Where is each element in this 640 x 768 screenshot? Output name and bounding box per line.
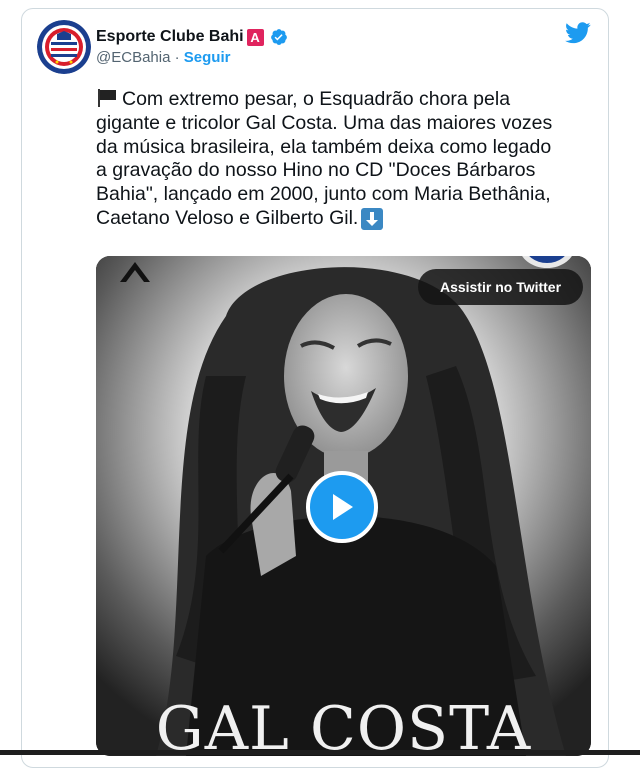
black-flag-icon xyxy=(98,89,116,107)
club-crest-icon xyxy=(37,20,91,74)
window-bottom-edge xyxy=(0,750,640,755)
display-name-row[interactable]: Esporte Clube Bahi A xyxy=(96,26,288,48)
club-crest-icon xyxy=(522,256,572,268)
play-button[interactable] xyxy=(306,471,378,543)
tweet-text: Com extremo pesar, o Esquadrão chora pel… xyxy=(96,88,596,231)
mourning-ribbon-icon xyxy=(120,262,150,282)
verified-icon xyxy=(270,29,287,45)
twitter-logo-icon[interactable] xyxy=(565,22,591,44)
video-player[interactable]: Assistir no Twitter GAL COSTA xyxy=(96,256,591,756)
watch-on-twitter-button[interactable]: Assistir no Twitter xyxy=(418,269,583,305)
avatar[interactable] xyxy=(37,20,91,74)
separator-dot: · xyxy=(170,49,184,66)
play-icon xyxy=(333,494,353,520)
down-arrow-icon xyxy=(361,207,384,230)
handle[interactable]: @ECBahia xyxy=(96,49,170,66)
handle-row: @ECBahia · Seguir xyxy=(96,49,230,66)
tweet-body: Com extremo pesar, o Esquadrão chora pel… xyxy=(96,88,553,229)
follow-link[interactable]: Seguir xyxy=(184,49,231,66)
a-badge-icon: A xyxy=(246,28,264,46)
video-caption: GAL COSTA xyxy=(155,694,532,756)
display-name[interactable]: Esporte Clube Bahi xyxy=(96,28,244,46)
